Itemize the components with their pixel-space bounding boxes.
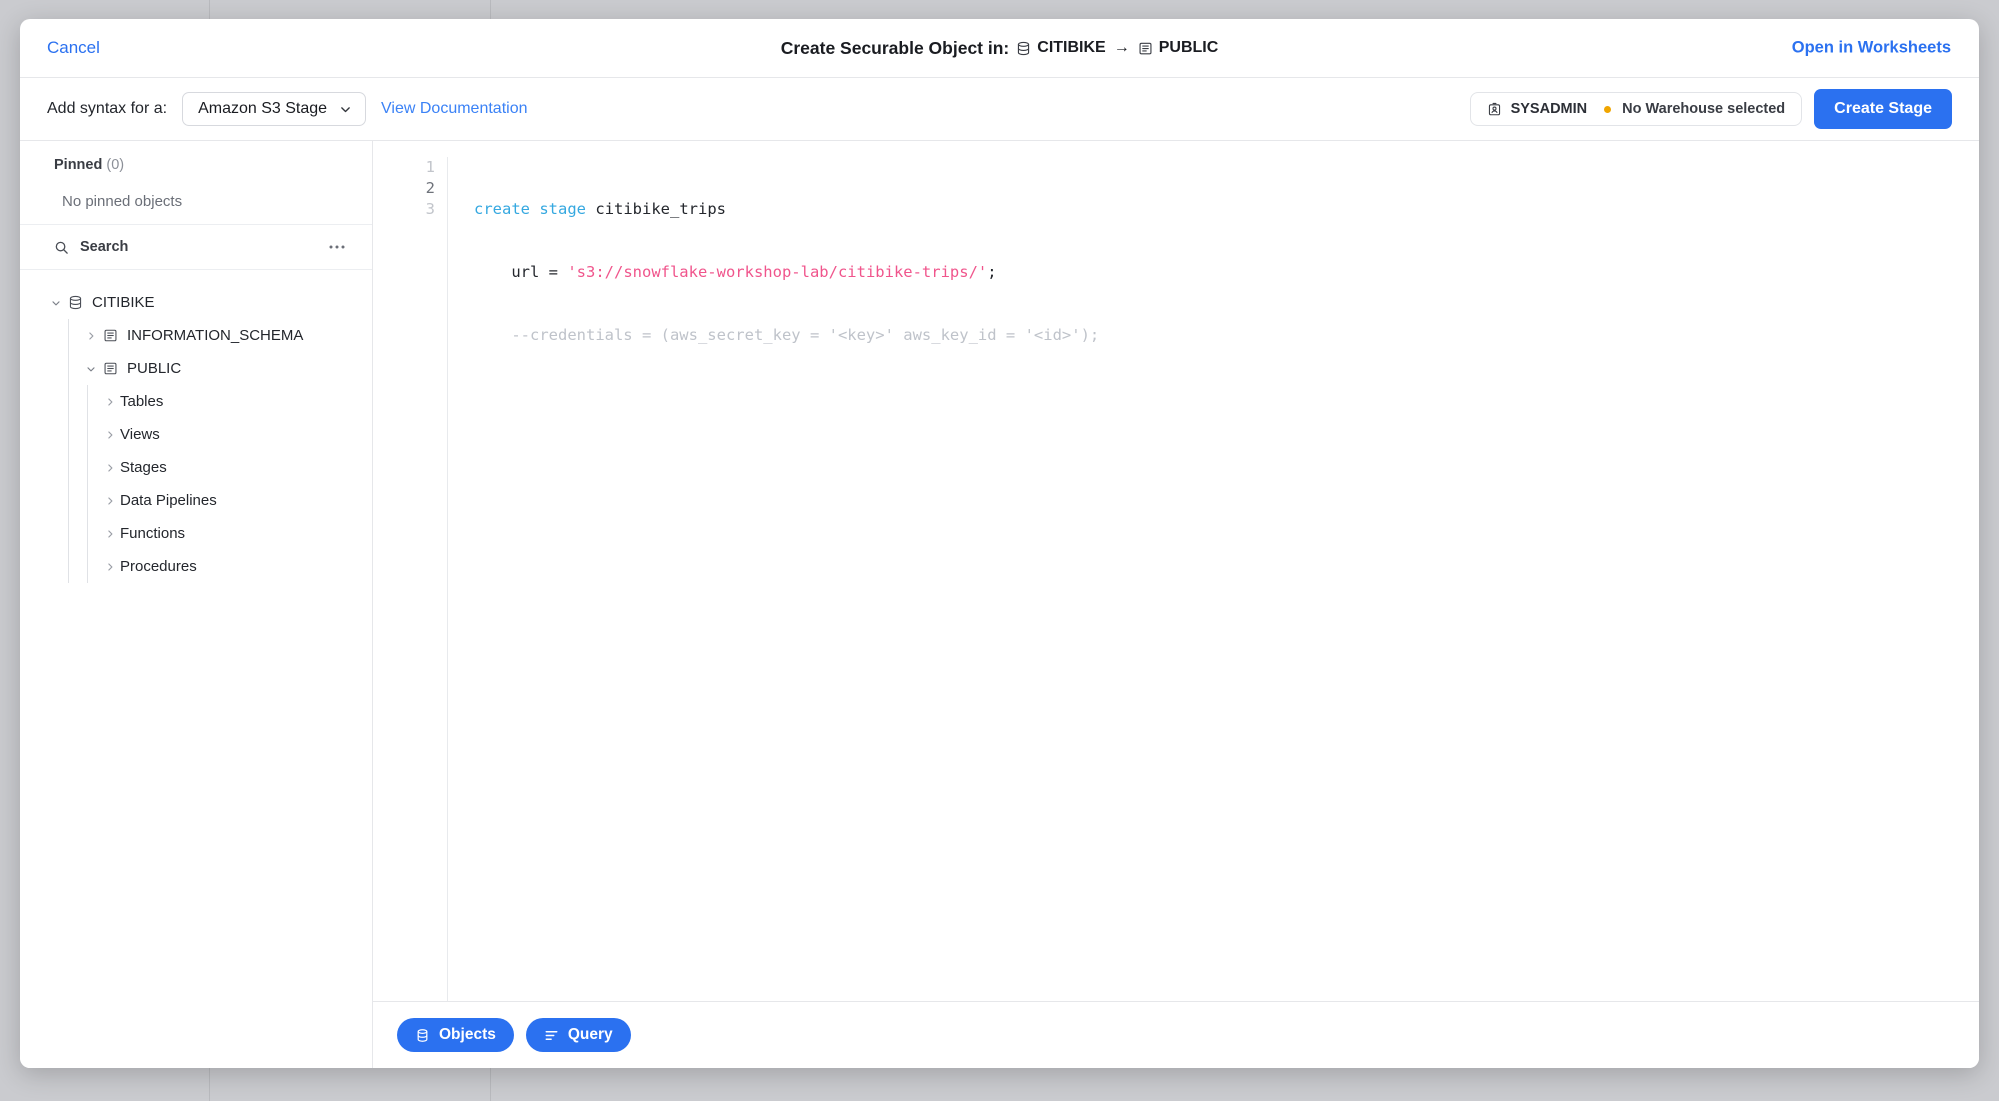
code-line-1: create stage citibike_trips [474,199,1979,220]
code-content[interactable]: create stage citibike_trips url = 's3://… [448,157,1979,1001]
pinned-section: Pinned (0) No pinned objects [20,141,372,225]
tree-item-data-pipelines[interactable]: Data Pipelines [88,484,372,517]
breadcrumb-schema: PUBLIC [1138,39,1219,57]
tree-item-tables[interactable]: Tables [88,385,372,418]
sql-editor-pane: 1 2 3 create stage citibike_trips url = … [373,141,1979,1068]
pinned-empty-message: No pinned objects [20,173,372,210]
role-icon [1487,102,1502,117]
line-number: 3 [373,199,435,220]
chevron-right-icon[interactable] [83,330,99,342]
sql-identifier: citibike_trips [595,200,726,218]
page-title: Create Securable Object in: CITIBIKE → [20,38,1979,59]
schema-icon [1138,41,1153,56]
context-selector[interactable]: SYSADMIN No Warehouse selected [1470,92,1803,126]
tree-label-category: Views [118,426,160,443]
tree-item-schema-information-schema[interactable]: INFORMATION_SCHEMA [69,319,372,352]
query-lines-icon [544,1028,559,1043]
modal-toolbar: Add syntax for a: Amazon S3 Stage View D… [20,78,1979,141]
code-indent [474,326,511,344]
breadcrumb-database: CITIBIKE [1016,39,1105,57]
pinned-header: Pinned (0) [20,157,372,173]
tree-item-schema-public[interactable]: PUBLIC [69,352,372,385]
chevron-down-icon[interactable] [83,363,99,375]
object-tree: CITIBIKE [20,270,372,1068]
tree-item-database-citibike[interactable]: CITIBIKE [20,286,372,319]
tree-item-procedures[interactable]: Procedures [88,550,372,583]
chevron-right-icon[interactable] [102,528,118,540]
line-number: 2 [373,178,435,199]
warehouse-status-dot [1604,106,1611,113]
tree-label-category: Functions [118,525,185,542]
sql-keyword: stage [539,200,586,218]
sql-comment: --credentials = (aws_secret_key = '<key>… [511,326,1099,344]
page-title-text: Create Securable Object in: [781,38,1010,59]
role-label: SYSADMIN [1511,101,1588,117]
sql-keyword: create [474,200,530,218]
breadcrumb-database-label: CITIBIKE [1037,39,1105,57]
tree-item-views[interactable]: Views [88,418,372,451]
pinned-title-label: Pinned [54,157,102,173]
toolbar-left-group: Add syntax for a: Amazon S3 Stage View D… [47,92,527,126]
database-icon [64,295,86,310]
chevron-right-icon[interactable] [102,462,118,474]
tree-label-category: Tables [118,393,163,410]
search-icon [54,240,69,255]
warehouse-label: No Warehouse selected [1622,101,1785,117]
line-number-gutter: 1 2 3 [373,157,448,1001]
view-documentation-link[interactable]: View Documentation [381,100,527,118]
database-icon [1016,41,1031,56]
chevron-down-icon [339,103,352,116]
chevron-down-icon[interactable] [48,297,64,309]
sql-terminator: ; [987,263,996,281]
chevron-right-icon[interactable] [102,429,118,441]
modal-header: Cancel Create Securable Object in: CITIB… [20,19,1979,78]
query-toggle-button[interactable]: Query [526,1018,631,1052]
public-schema-children: Tables Views Stages [87,385,372,583]
objects-label: Objects [439,1026,496,1044]
syntax-type-value: Amazon S3 Stage [198,100,327,118]
pinned-count: (0) [106,157,124,173]
objects-toggle-button[interactable]: Objects [397,1018,514,1052]
database-children: INFORMATION_SCHEMA [68,319,372,583]
sql-property: url = [511,263,567,281]
code-line-2: url = 's3://snowflake-workshop-lab/citib… [474,262,1979,283]
search-row[interactable]: Search [20,225,372,270]
modal-body: Pinned (0) No pinned objects Search [20,141,1979,1068]
chevron-right-icon[interactable] [102,396,118,408]
database-icon [415,1028,430,1043]
query-label: Query [568,1026,613,1044]
tree-label-schema: INFORMATION_SCHEMA [125,327,303,344]
code-editor[interactable]: 1 2 3 create stage citibike_trips url = … [373,141,1979,1001]
tree-label-category: Procedures [118,558,197,575]
line-number: 1 [373,157,435,178]
syntax-label: Add syntax for a: [47,100,167,118]
toolbar-right-group: SYSADMIN No Warehouse selected Create St… [1470,89,1952,129]
create-stage-button[interactable]: Create Stage [1814,89,1952,129]
schema-icon [99,328,121,343]
chevron-right-icon[interactable] [102,495,118,507]
tree-label-schema: PUBLIC [125,360,181,377]
tree-item-functions[interactable]: Functions [88,517,372,550]
editor-bottom-bar: Objects Query [373,1001,1979,1068]
create-securable-object-modal: Cancel Create Securable Object in: CITIB… [20,19,1979,1068]
schema-icon [99,361,121,376]
tree-label-category: Data Pipelines [118,492,217,509]
more-options-icon[interactable] [324,244,350,250]
tree-label-category: Stages [118,459,167,476]
breadcrumb-arrow-icon: → [1114,39,1130,57]
tree-label-database: CITIBIKE [90,294,155,311]
code-indent [474,263,511,281]
object-explorer-sidebar: Pinned (0) No pinned objects Search [20,141,373,1068]
cancel-button[interactable]: Cancel [47,38,100,58]
syntax-type-select[interactable]: Amazon S3 Stage [182,92,366,126]
search-label: Search [80,239,313,255]
code-line-3: --credentials = (aws_secret_key = '<key>… [474,325,1979,346]
open-in-worksheets-link[interactable]: Open in Worksheets [1792,39,1951,58]
breadcrumb-schema-label: PUBLIC [1159,39,1219,57]
chevron-right-icon[interactable] [102,561,118,573]
sql-string-literal: 's3://snowflake-workshop-lab/citibike-tr… [567,263,987,281]
tree-item-stages[interactable]: Stages [88,451,372,484]
